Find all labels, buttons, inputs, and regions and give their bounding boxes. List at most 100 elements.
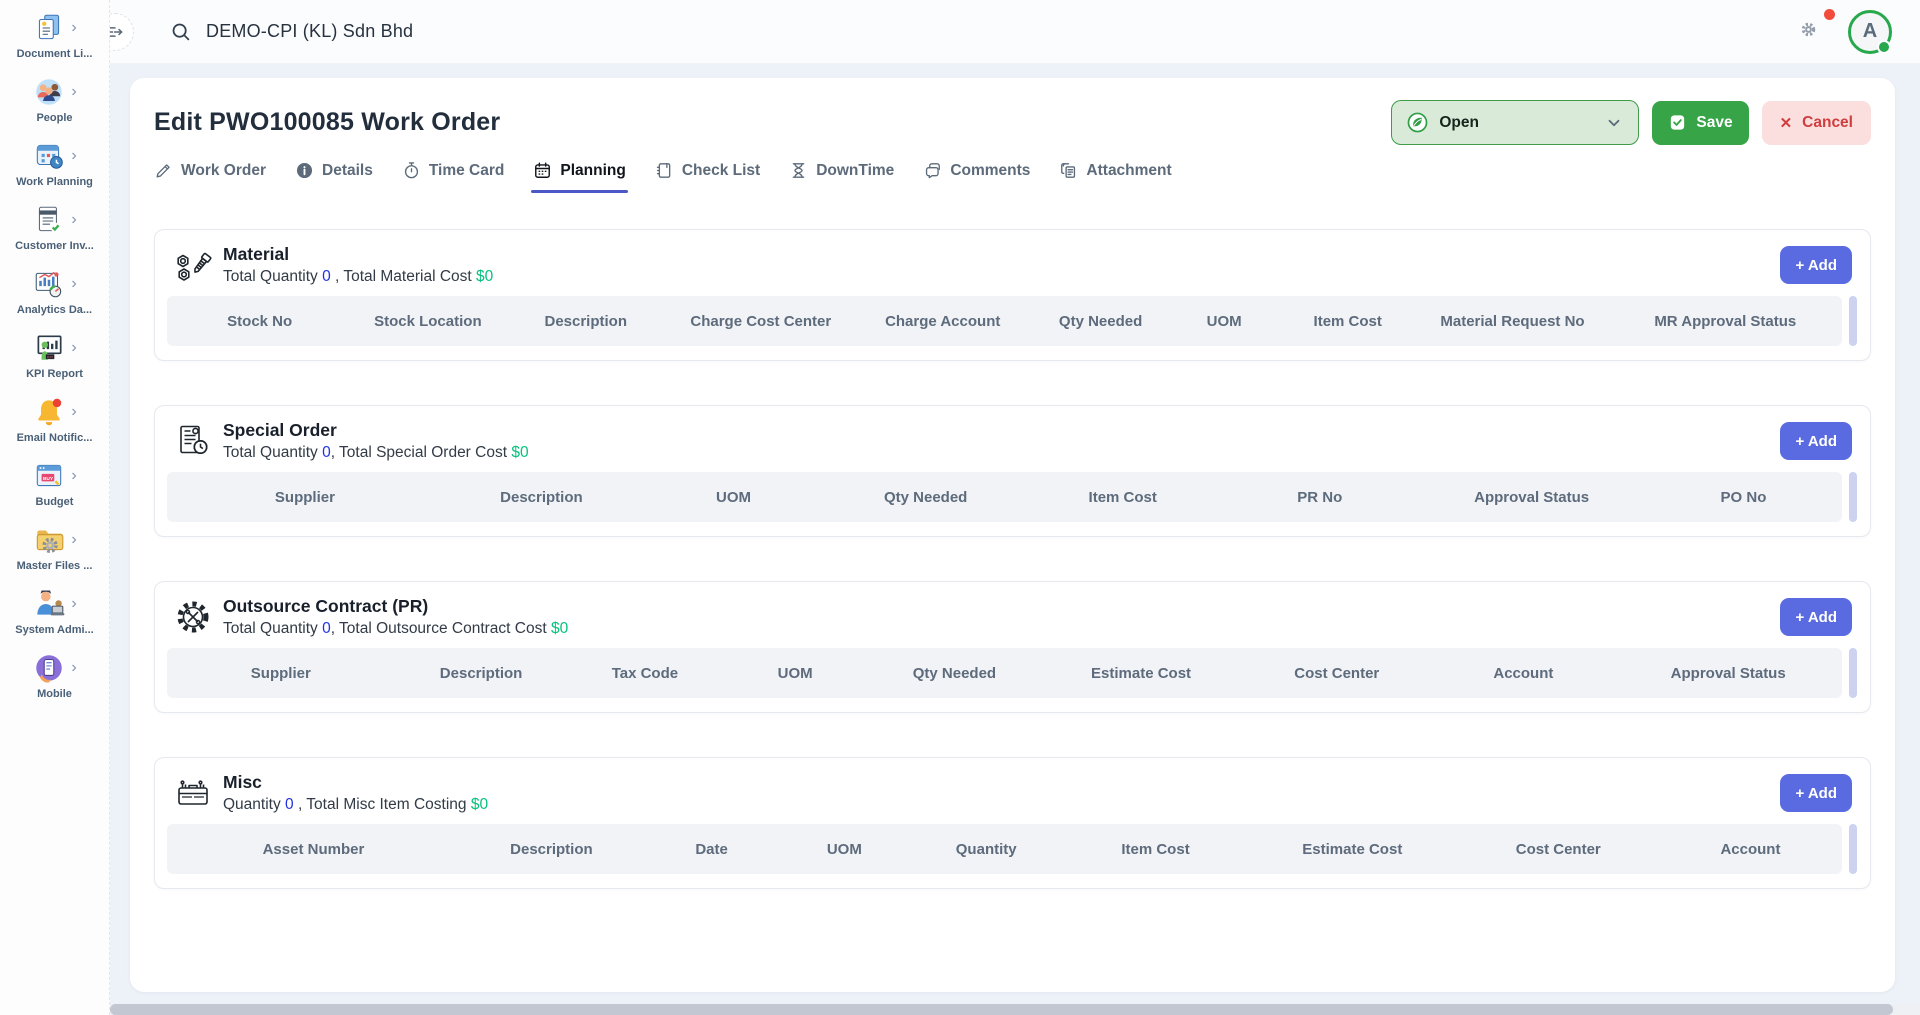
material-section: Material Total Quantity 0 , Total Materi… bbox=[154, 229, 1871, 361]
add-misc-button[interactable]: + Add bbox=[1780, 774, 1852, 812]
chevron-down-icon bbox=[1605, 114, 1623, 132]
tab-planning[interactable]: Planning bbox=[533, 161, 625, 193]
column-header: Cost Center bbox=[1458, 841, 1659, 858]
online-status-dot bbox=[1877, 40, 1891, 54]
section-title: Outsource Contract (PR) bbox=[223, 596, 568, 617]
paste-icon bbox=[1059, 161, 1078, 180]
column-header: Qty Needed bbox=[1032, 313, 1169, 330]
section-summary: Quantity 0 , Total Misc Item Costing $0 bbox=[223, 796, 488, 814]
status-dropdown[interactable]: Open bbox=[1391, 100, 1639, 145]
sidebar-item-people[interactable]: People bbox=[0, 68, 109, 132]
add-outsource-button[interactable]: + Add bbox=[1780, 598, 1852, 636]
chevron-right-icon bbox=[71, 404, 76, 420]
header-actions: Open Save ✕ Cancel bbox=[1391, 100, 1871, 145]
chevron-right-icon bbox=[71, 660, 76, 676]
column-header: UOM bbox=[1169, 313, 1279, 330]
horizontal-scrollbar-thumb[interactable] bbox=[110, 1004, 1893, 1015]
status-label: Open bbox=[1439, 114, 1479, 132]
sidebar-item-label: Budget bbox=[2, 496, 107, 508]
sidebar-item-email-notification[interactable]: Email Notific... bbox=[0, 388, 109, 452]
calendar-icon bbox=[533, 161, 552, 180]
svg-text:KPI: KPI bbox=[47, 355, 53, 359]
close-icon: ✕ bbox=[1780, 114, 1793, 132]
work-planning-icon bbox=[32, 139, 66, 173]
sidebar-item-label: Work Planning bbox=[2, 176, 107, 188]
add-special-order-button[interactable]: + Add bbox=[1780, 422, 1852, 460]
status-open-icon bbox=[1407, 112, 1428, 133]
tab-comments[interactable]: Comments bbox=[923, 161, 1030, 193]
sidebar-item-analytics-dashboard[interactable]: Analytics Da... bbox=[0, 260, 109, 324]
column-header: Supplier bbox=[167, 489, 443, 506]
sidebar-item-work-planning[interactable]: Work Planning bbox=[0, 132, 109, 196]
table-scrollbar[interactable] bbox=[1849, 296, 1857, 346]
column-header: Approval Status bbox=[1614, 665, 1842, 682]
quantity-value: 0 bbox=[322, 444, 331, 461]
analytics-dashboard-icon bbox=[32, 267, 66, 301]
kpi-report-icon: KPI bbox=[32, 331, 66, 365]
section-title: Material bbox=[223, 244, 493, 265]
column-header: Date bbox=[643, 841, 780, 858]
column-header: Stock Location bbox=[352, 313, 503, 330]
sidebar-item-kpi-report[interactable]: KPI KPI Report bbox=[0, 324, 109, 388]
chevron-right-icon bbox=[71, 532, 76, 548]
column-header: UOM bbox=[722, 665, 868, 682]
save-button[interactable]: Save bbox=[1652, 101, 1748, 145]
column-header: Qty Needed bbox=[868, 665, 1041, 682]
main-area: DEMO-CPI (KL) Sdn Bhd A Edit PWO100085 W… bbox=[110, 0, 1920, 1015]
section-title: Misc bbox=[223, 772, 488, 793]
column-header: Stock No bbox=[167, 313, 352, 330]
settings-button[interactable] bbox=[1799, 20, 1818, 44]
tab-work-order[interactable]: Work Order bbox=[154, 161, 266, 193]
table-scrollbar[interactable] bbox=[1849, 472, 1857, 522]
outsource-contract-section: Outsource Contract (PR) Total Quantity 0… bbox=[154, 581, 1871, 713]
column-header: Qty Needed bbox=[827, 489, 1024, 506]
table-scrollbar[interactable] bbox=[1849, 648, 1857, 698]
customer-invoice-icon bbox=[32, 203, 66, 237]
topbar-right: A bbox=[1799, 10, 1892, 54]
sidebar-item-label: Document Li... bbox=[2, 48, 107, 60]
sidebar-item-system-admin[interactable]: System Admi... bbox=[0, 580, 109, 644]
horizontal-scrollbar bbox=[110, 1004, 1920, 1015]
save-label: Save bbox=[1696, 114, 1732, 132]
sidebar-item-label: KPI Report bbox=[2, 368, 107, 380]
column-header: Cost Center bbox=[1241, 665, 1432, 682]
sidebar-item-label: Mobile bbox=[2, 688, 107, 700]
column-header: Description bbox=[460, 841, 643, 858]
tab-attachment[interactable]: Attachment bbox=[1059, 161, 1171, 193]
avatar[interactable]: A bbox=[1848, 10, 1892, 54]
chevron-right-icon bbox=[71, 468, 76, 484]
chevron-right-icon bbox=[71, 148, 76, 164]
company-search[interactable]: DEMO-CPI (KL) Sdn Bhd bbox=[170, 21, 413, 42]
chevron-right-icon bbox=[71, 276, 76, 292]
search-icon bbox=[170, 21, 191, 42]
column-header: MR Approval Status bbox=[1609, 313, 1842, 330]
sidebar-item-mobile[interactable]: Mobile bbox=[0, 644, 109, 708]
tab-downtime[interactable]: DownTime bbox=[789, 161, 894, 193]
sidebar-item-master-files[interactable]: Master Files ... bbox=[0, 516, 109, 580]
tab-time-card[interactable]: Time Card bbox=[402, 161, 505, 193]
sidebar-item-budget[interactable]: BUY Budget bbox=[0, 452, 109, 516]
cost-value: $0 bbox=[551, 620, 568, 637]
document-library-icon bbox=[32, 11, 66, 45]
app-root: Document Li... People Work Planning Cust… bbox=[0, 0, 1920, 1015]
sidebar-item-customer-invoice[interactable]: Customer Inv... bbox=[0, 196, 109, 260]
table-scrollbar[interactable] bbox=[1849, 824, 1857, 874]
svg-text:BUY: BUY bbox=[43, 476, 54, 482]
stopwatch-icon bbox=[402, 161, 421, 180]
card-header: Edit PWO100085 Work Order Open Save bbox=[154, 96, 1871, 153]
column-header: Account bbox=[1432, 665, 1614, 682]
email-notification-icon bbox=[32, 395, 66, 429]
table-header-row: Asset Number Description Date UOM Quanti… bbox=[167, 824, 1842, 874]
column-header: Description bbox=[443, 489, 640, 506]
hourglass-icon bbox=[789, 161, 808, 180]
cancel-button[interactable]: ✕ Cancel bbox=[1762, 101, 1871, 145]
column-header: PO No bbox=[1645, 489, 1842, 506]
column-header: Item Cost bbox=[1024, 489, 1221, 506]
sidebar-item-document-library[interactable]: Document Li... bbox=[0, 4, 109, 68]
content: Edit PWO100085 Work Order Open Save bbox=[110, 64, 1920, 1015]
outsource-table: Supplier Description Tax Code UOM Qty Ne… bbox=[167, 648, 1858, 698]
tab-details[interactable]: Details bbox=[295, 161, 373, 193]
column-header: Estimate Cost bbox=[1247, 841, 1458, 858]
tab-check-list[interactable]: Check List bbox=[655, 161, 760, 193]
add-material-button[interactable]: + Add bbox=[1780, 246, 1852, 284]
